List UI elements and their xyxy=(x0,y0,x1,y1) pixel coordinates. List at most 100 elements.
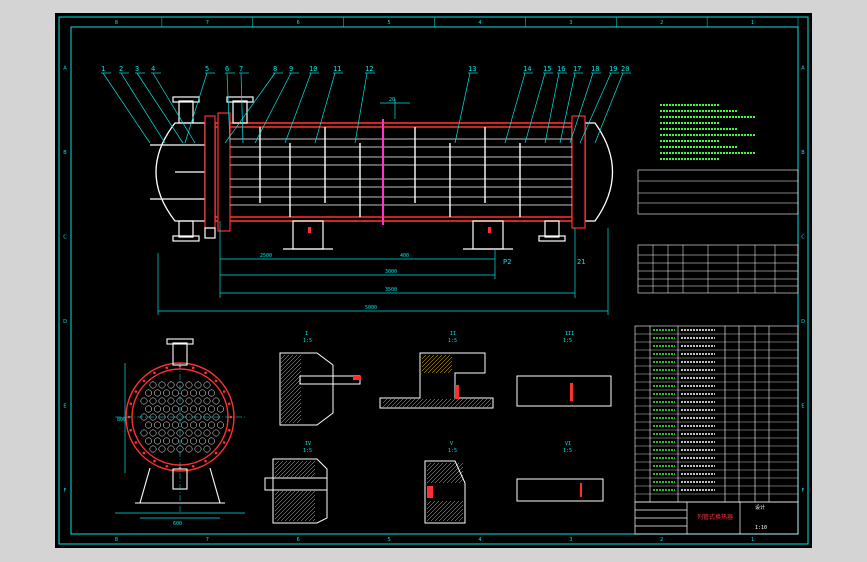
tube-hole xyxy=(194,381,202,389)
flange-bolt xyxy=(165,366,169,370)
section-scale: 1:5 xyxy=(448,338,457,344)
drawing-border xyxy=(58,16,809,545)
tube-hole xyxy=(190,405,197,413)
section-scale: 1:5 xyxy=(563,338,572,344)
tube-hole xyxy=(217,421,224,429)
flange-bolt xyxy=(153,459,156,463)
zone-label-bottom: 3 xyxy=(569,537,572,543)
tube-hole xyxy=(208,389,215,397)
zone-label-bottom: 6 xyxy=(297,537,300,543)
tube-hole xyxy=(163,421,170,429)
tube-hole xyxy=(145,405,152,413)
part-number: 7 xyxy=(239,65,243,73)
section-scale: 1:5 xyxy=(303,338,312,344)
tube-hole xyxy=(140,429,148,437)
tube-hole xyxy=(185,429,193,437)
tube-hole xyxy=(203,397,211,405)
flange-bolt xyxy=(134,441,138,444)
section-mark: II xyxy=(450,331,456,337)
tube-hole xyxy=(163,405,170,413)
tube-hole xyxy=(167,397,175,405)
tube-hole xyxy=(172,421,179,429)
part-number: 6 xyxy=(225,65,229,73)
dim-thk: 20 xyxy=(389,97,395,103)
part-number: 3 xyxy=(135,65,139,73)
section-scale: 1:5 xyxy=(303,448,312,454)
company-label: 设计 xyxy=(755,504,765,511)
tube-hole xyxy=(199,437,206,445)
tube-hole xyxy=(158,381,166,389)
tube-hole xyxy=(149,445,157,453)
part-number: 18 xyxy=(591,65,599,73)
zone-label-bottom: 7 xyxy=(206,537,209,543)
tube-hole xyxy=(208,437,215,445)
part-number: 2 xyxy=(119,65,123,73)
tube-hole xyxy=(190,421,197,429)
section-mark: VI xyxy=(565,441,571,447)
heat-exchanger-elevation: 1 2 3 4 5 6 7 8 9 10 11 12 13 14 15 16 17 18 19 20 2500 400… xyxy=(101,65,631,315)
zone-label-top: 1 xyxy=(751,20,754,26)
tube-hole xyxy=(194,429,202,437)
tube-hole xyxy=(167,429,175,437)
tube-hole xyxy=(208,405,215,413)
tech-notes xyxy=(660,104,756,160)
zone-label-top: 2 xyxy=(660,20,663,26)
zone-label-top: 3 xyxy=(569,20,572,26)
tube-hole xyxy=(172,437,179,445)
section-scale: 1:5 xyxy=(563,448,572,454)
tube-hole xyxy=(185,445,193,453)
part-number: 17 xyxy=(573,65,581,73)
part-number: 11 xyxy=(333,65,341,73)
tube-hole xyxy=(190,437,197,445)
part-number: 20 xyxy=(621,65,629,73)
tube-hole xyxy=(190,389,197,397)
tube-hole xyxy=(154,389,161,397)
dim-vessel-dia: 800 xyxy=(117,417,126,423)
zone-label-top: 7 xyxy=(206,20,209,26)
tube-hole xyxy=(185,397,193,405)
callout-p2: P2 xyxy=(503,258,511,266)
drawing-sheet: 8877665544332211AABBCCDDEEFF 1 2 3 4 5 6… xyxy=(55,13,812,548)
tube-hole xyxy=(172,389,179,397)
zone-label-top: 5 xyxy=(387,20,390,26)
tube-hole xyxy=(212,397,220,405)
tube-hole xyxy=(158,397,166,405)
detail-views: I1:5II1:5III1:5IV1:5V1:5VI1:5 xyxy=(264,331,612,524)
tube-hole xyxy=(154,405,161,413)
drawing-title: 列管式换热器 xyxy=(697,513,733,521)
dim-inner: 2500 xyxy=(260,253,272,259)
tube-hole xyxy=(140,397,148,405)
tube-hole xyxy=(154,437,161,445)
zone-label-left: A xyxy=(63,65,67,71)
dim-span: 3500 xyxy=(385,287,397,293)
zone-label-bottom: 1 xyxy=(751,537,754,543)
tube-hole xyxy=(181,437,188,445)
flange-bolt xyxy=(222,390,226,393)
zone-label-right: C xyxy=(801,234,805,240)
flange-bolt xyxy=(222,441,226,444)
flange-bolt xyxy=(227,402,231,406)
tube-hole xyxy=(172,405,179,413)
tube-hole xyxy=(217,405,224,413)
zone-label-top: 8 xyxy=(115,20,118,26)
tube-hole xyxy=(194,445,202,453)
tube-hole xyxy=(199,389,206,397)
flange-bolt xyxy=(153,371,156,375)
zone-label-top: 4 xyxy=(478,20,481,26)
scale-label: 1:10 xyxy=(755,525,767,531)
tube-hole xyxy=(149,397,157,405)
design-data-table xyxy=(637,169,799,294)
zone-label-left: E xyxy=(63,403,66,409)
tube-hole xyxy=(203,429,211,437)
part-number: 14 xyxy=(523,65,531,73)
zone-label-right: D xyxy=(801,319,805,325)
flange-bolt xyxy=(191,464,195,468)
part-number: 8 xyxy=(273,65,277,73)
dim-saddle: 600 xyxy=(173,521,182,527)
tube-hole xyxy=(203,381,211,389)
dim-overall: 5000 xyxy=(365,305,377,311)
part-number: 10 xyxy=(309,65,317,73)
zone-label-right: B xyxy=(801,150,805,156)
end-view: 800 600 xyxy=(115,338,245,527)
callout-21: 21 xyxy=(577,258,585,266)
